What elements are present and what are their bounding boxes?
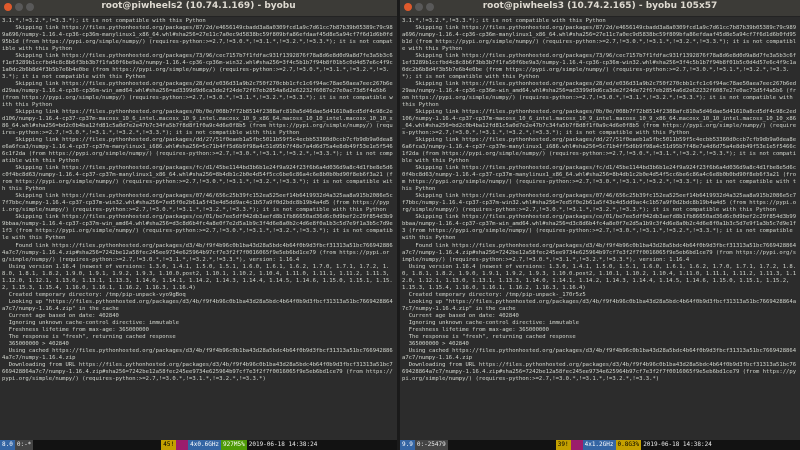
terminal-output[interactable]: 3.1.*,!=3.2.*,!=3.3.*); it is not compat…: [0, 17, 397, 440]
window-title: root@piwheels3 (10.74.2.165) - byobu 105…: [482, 1, 718, 11]
terminal-line: Using cached https://files.pythonhosted.…: [2, 347, 393, 361]
terminal-line: Current age based on date: 402840: [402, 312, 519, 319]
cpu-frequency: 4x1.2GHz: [582, 440, 616, 450]
terminal-line: Skipping link https://files.pythonhosted…: [402, 81, 797, 109]
terminal-line: Created temporary directory: /tmp/pip-un…: [402, 291, 586, 298]
terminal-line: Skipping link https://files.pythonhosted…: [402, 25, 797, 53]
updates-badge: 45!: [161, 440, 177, 450]
terminal-line: Current age based on date: 402840: [2, 312, 119, 319]
window-titlebar[interactable]: root@piwheels2 (10.74.1.169) - byobu: [0, 0, 397, 17]
terminal-line: 365000000 > 402840: [2, 340, 69, 347]
status-badge: [176, 440, 189, 450]
terminal-line: Skipping link https://files.pythonhosted…: [2, 53, 393, 81]
terminal-line: Skipping link https://files.pythonhosted…: [2, 81, 393, 109]
terminal-line: Freshness lifetime from max-age: 3650000…: [2, 326, 149, 333]
terminal-line: Skipping link https://files.pythonhosted…: [402, 214, 797, 242]
terminal-output[interactable]: 3.1.*,!=3.2.*,!=3.3.*); it is not compat…: [400, 17, 800, 440]
terminal-line: Downloading from URL https://files.pytho…: [402, 361, 797, 382]
terminal-line: Skipping link https://files.pythonhosted…: [2, 109, 393, 137]
memory-usage: 927M5%: [221, 440, 247, 450]
terminal-line: Using version 1.16.4 (newest of versions…: [402, 263, 797, 291]
terminal-line: Skipping link https://files.pythonhosted…: [2, 165, 393, 193]
terminal-line: Skipping link https://files.pythonhosted…: [402, 53, 797, 81]
window-tab-active[interactable]: 0:-25479: [414, 440, 448, 450]
terminal-line: Found link https://files.pythonhosted.or…: [402, 242, 797, 263]
terminal-line: Skipping link https://files.pythonhosted…: [2, 193, 393, 214]
terminal-line: Using version 1.16.4 (newest of versions…: [2, 263, 393, 291]
terminal-line: 3.1.*,!=3.2.*,!=3.3.*); it is not compat…: [402, 18, 606, 24]
window-title: root@piwheels2 (10.74.1.169) - byobu: [101, 1, 296, 11]
terminal-line: Ignoring unknown cache-control directive…: [402, 319, 580, 326]
terminal-line: Skipping link https://files.pythonhosted…: [402, 109, 797, 137]
clock: 2019-06-18 14:38:24: [248, 441, 318, 448]
terminal-line: Skipping link https://files.pythonhosted…: [402, 165, 797, 193]
terminal-line: Skipping link https://files.pythonhosted…: [2, 137, 393, 165]
terminal-line: Downloading from URL https://files.pytho…: [2, 361, 393, 382]
terminal-line: Looking up "https://files.pythonhosted.o…: [2, 298, 393, 312]
cpu-frequency: 4x0.6GHz: [188, 440, 222, 450]
terminal-line: Looking up "https://files.pythonhosted.o…: [402, 298, 797, 312]
clock: 2019-06-18 14:38:24: [643, 441, 712, 448]
terminal-window-right[interactable]: root@piwheels3 (10.74.2.165) - byobu 105…: [400, 0, 800, 450]
memory-usage: 0.8G3%: [615, 440, 642, 450]
terminal-line: Skipping link https://files.pythonhosted…: [402, 137, 797, 165]
session-indicator: 9.9: [400, 440, 415, 450]
session-indicator: 8.0: [0, 440, 15, 450]
terminal-line: 365000000 > 402840: [402, 340, 469, 347]
terminal-line: Found link https://files.pythonhosted.or…: [2, 242, 393, 263]
terminal-line: Freshness lifetime from max-age: 3650000…: [402, 326, 549, 333]
status-badge: [570, 440, 583, 450]
window-titlebar[interactable]: root@piwheels3 (10.74.2.165) - byobu 105…: [400, 0, 800, 17]
byobu-status-bar: 8.0 0:-* 45! 4x0.6GHz 927M5% 2019-06-18 14:38…: [0, 440, 397, 450]
terminal-line: Skipping link https://files.pythonhosted…: [402, 193, 797, 214]
terminal-line: Skipping link https://files.pythonhosted…: [2, 25, 393, 53]
terminal-line: 3.1.*,!=3.2.*,!=3.3.*); it is not compat…: [2, 18, 206, 24]
terminal-line: Using cached https://files.pythonhosted.…: [402, 347, 797, 361]
window-tab-active[interactable]: 0:-*: [14, 440, 34, 450]
updates-badge: 39!: [555, 440, 571, 450]
terminal-line: Ignoring unknown cache-control directive…: [2, 319, 180, 326]
terminal-line: Skipping link https://files.pythonhosted…: [2, 214, 393, 242]
terminal-line: The response is "fresh", returning cache…: [402, 333, 576, 340]
terminal-line: The response is "fresh", returning cache…: [2, 333, 176, 340]
terminal-line: Created temporary directory: /tmp/pip-un…: [2, 291, 186, 298]
byobu-status-bar: 9.9 0:-25479 39! 4x1.2GHz 0.8G3% 2019-06-18 1…: [400, 440, 800, 450]
terminal-window-left[interactable]: root@piwheels2 (10.74.1.169) - byobu 3.1…: [0, 0, 397, 450]
